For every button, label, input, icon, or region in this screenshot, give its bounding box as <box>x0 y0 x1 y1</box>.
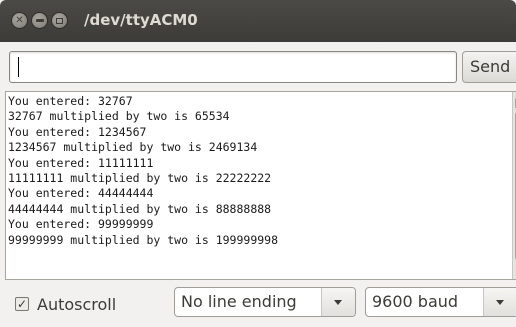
autoscroll-checkbox[interactable]: ✓ <box>15 297 29 311</box>
serial-monitor-output[interactable]: You entered: 32767 32767 multiplied by t… <box>5 91 516 280</box>
window-title: /dev/ttyACM0 <box>84 11 198 29</box>
output-line: 1234567 multiplied by two is 2469134 <box>8 140 258 155</box>
chevron-down-icon <box>334 300 342 305</box>
close-icon[interactable]: ✕ <box>11 12 28 29</box>
vertical-scrollbar[interactable] <box>512 92 516 279</box>
baud-rate-value: 9600 baud <box>372 292 459 311</box>
autoscroll-label: Autoscroll <box>37 294 117 314</box>
output-line: 11111111 multiplied by two is 22222222 <box>8 171 272 186</box>
output-line: You entered: 11111111 <box>8 155 154 170</box>
output-line: You entered: 44444444 <box>8 186 154 201</box>
output-line: You entered: 1234567 <box>8 124 147 139</box>
send-button[interactable]: Send <box>462 51 516 83</box>
chevron-down-icon <box>496 300 504 305</box>
maximize-icon[interactable] <box>51 12 68 29</box>
output-line: You entered: 99999999 <box>8 217 154 232</box>
title-bar: ✕ /dev/ttyACM0 <box>0 0 516 42</box>
line-ending-dropdown-button[interactable] <box>321 288 355 316</box>
output-line: 32767 multiplied by two is 65534 <box>8 109 230 124</box>
baud-rate-dropdown-button[interactable] <box>483 288 516 316</box>
text-caret <box>18 57 19 77</box>
line-ending-select[interactable]: No line ending <box>174 287 356 317</box>
output-line: 99999999 multiplied by two is 199999998 <box>8 232 279 247</box>
serial-input[interactable] <box>9 51 457 83</box>
baud-rate-select[interactable]: 9600 baud <box>365 287 516 317</box>
output-line: 44444444 multiplied by two is 88888888 <box>8 201 272 216</box>
output-line: You entered: 32767 <box>8 94 133 108</box>
serial-output-text: You entered: 32767 32767 multiplied by t… <box>8 94 508 248</box>
autoscroll-toggle[interactable]: ✓ Autoscroll <box>15 290 116 318</box>
line-ending-value: No line ending <box>181 292 297 311</box>
minimize-icon[interactable] <box>31 12 48 29</box>
